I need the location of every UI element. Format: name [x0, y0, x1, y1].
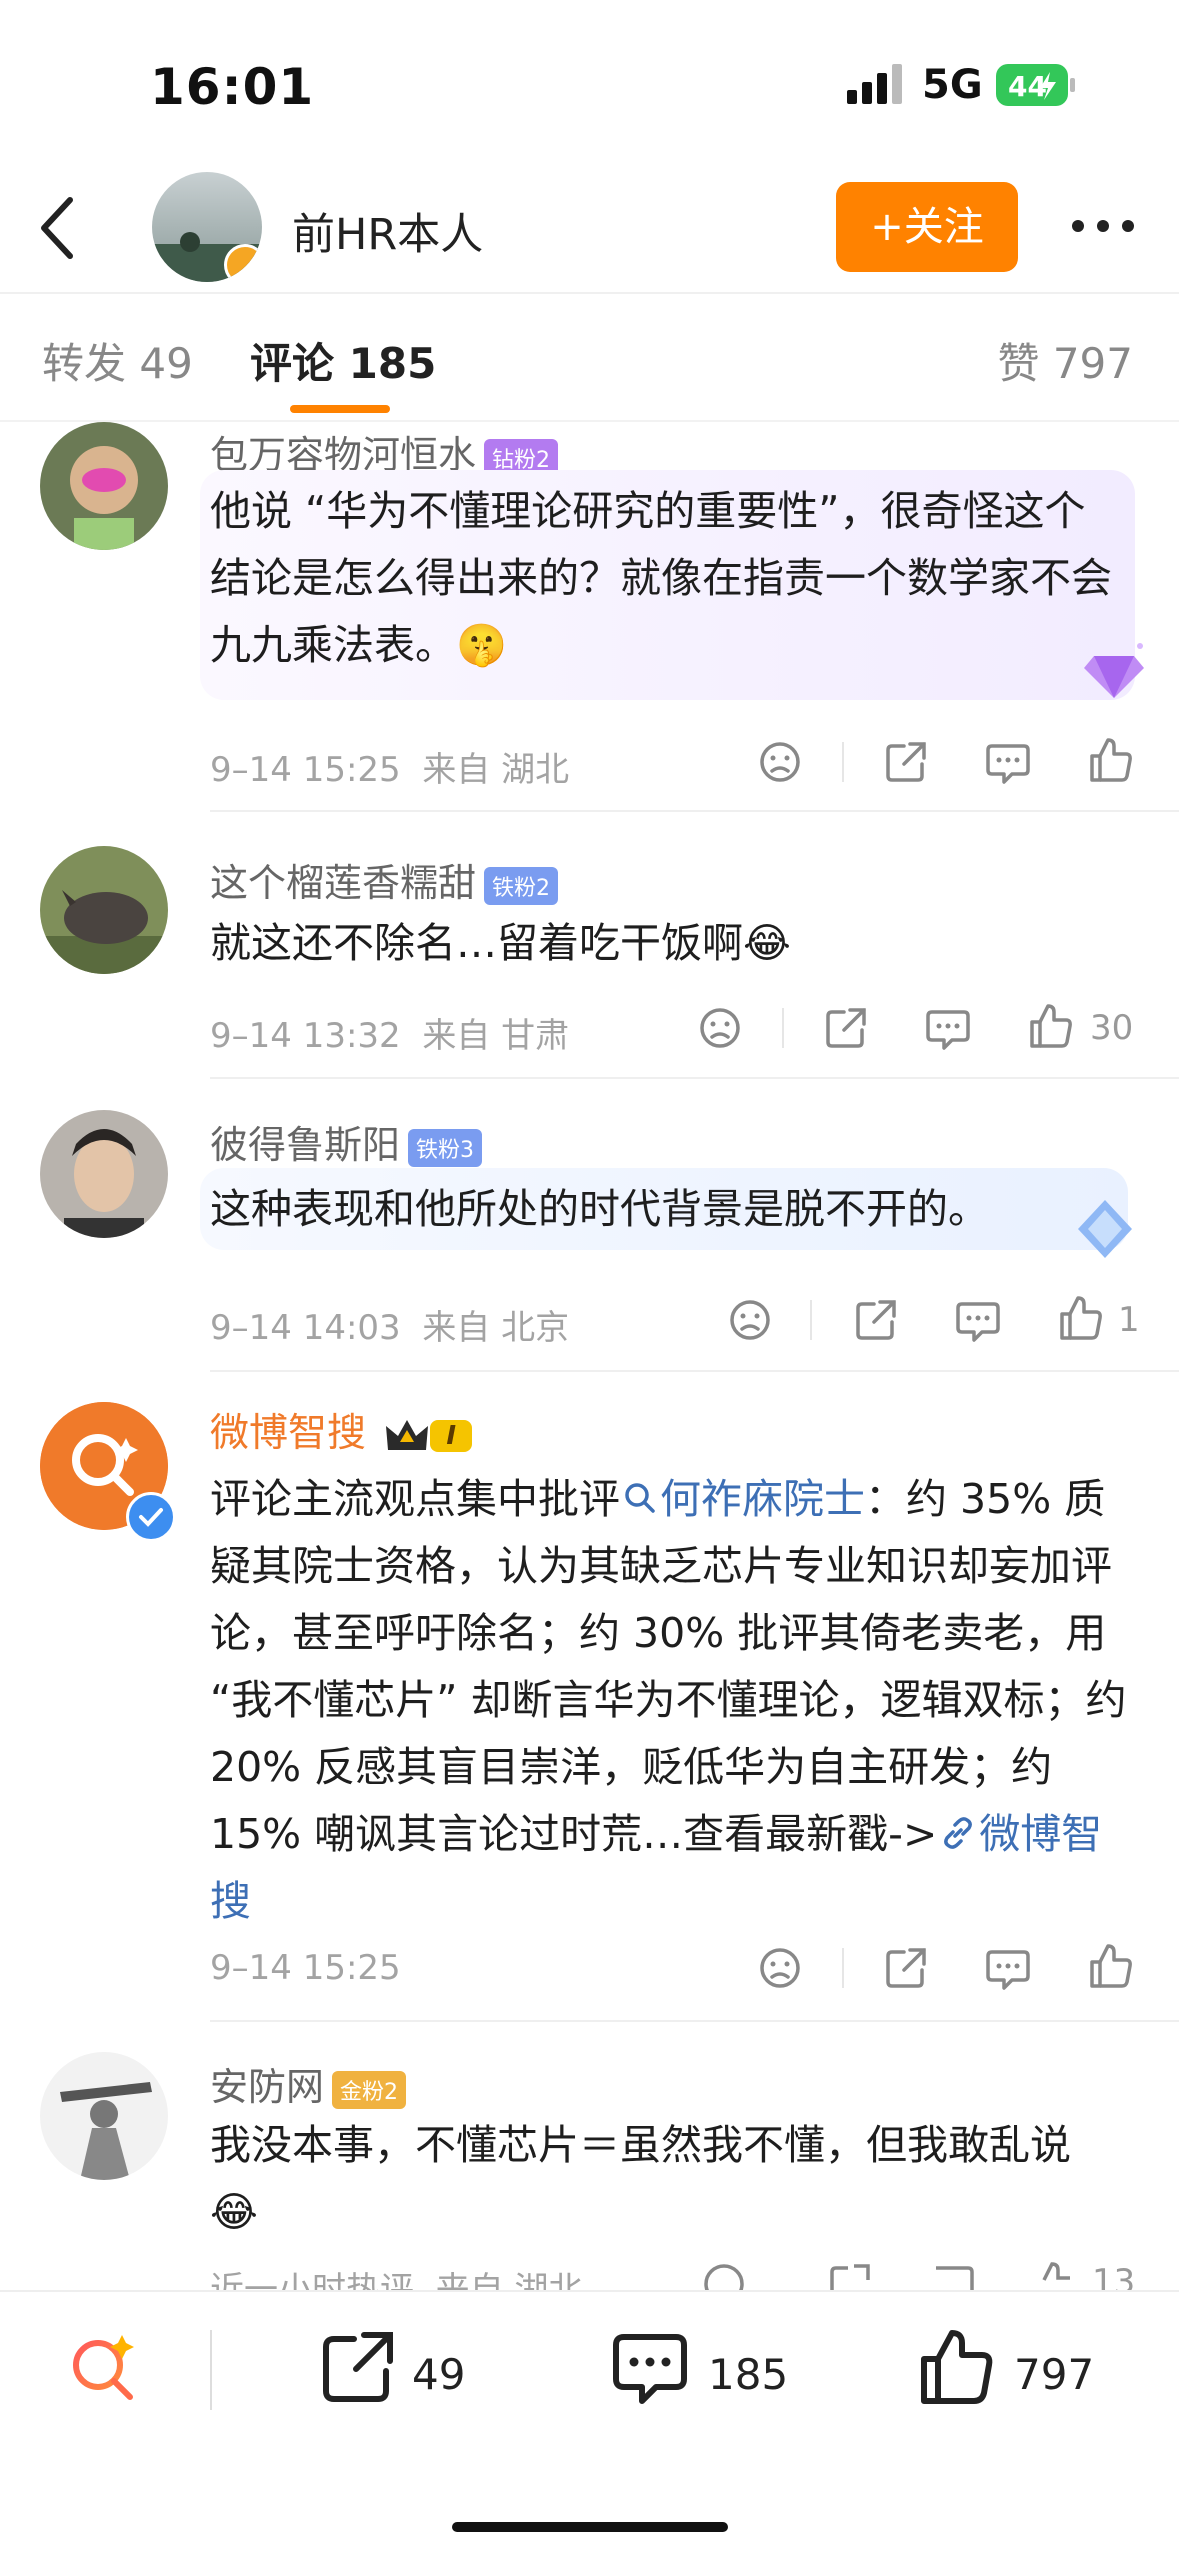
- like-icon[interactable]: [1086, 1942, 1134, 1990]
- comment-text: 我没本事，不懂芯片＝虽然我不懂，但我敢乱说😂: [210, 2121, 1071, 2236]
- comment-author[interactable]: 微博智搜 I: [210, 1402, 473, 1458]
- bottom-action-bar: [0, 2290, 1179, 2558]
- author-avatar[interactable]: [152, 172, 262, 282]
- fan-badge: 铁粉3: [408, 1128, 483, 1167]
- comment-location: 来自 湖北: [422, 750, 570, 790]
- avatar[interactable]: [40, 846, 168, 974]
- like-icon[interactable]: [1026, 1002, 1074, 1050]
- avatar[interactable]: [40, 422, 168, 550]
- comment-author-name[interactable]: 微博智搜: [210, 1411, 366, 1456]
- dislike-icon[interactable]: [726, 1296, 774, 1344]
- like-count: 30: [1090, 1008, 1134, 1048]
- divider: [0, 420, 1179, 422]
- comment-author-name[interactable]: 安防网: [210, 2065, 324, 2109]
- repost-count[interactable]: 49: [412, 2350, 465, 2399]
- dislike-icon[interactable]: [756, 738, 804, 786]
- dislike-icon[interactable]: [756, 1944, 804, 1992]
- comment-author-name[interactable]: 这个榴莲香糯甜: [210, 861, 476, 905]
- comment-icon[interactable]: [610, 2327, 690, 2407]
- back-button[interactable]: [30, 192, 90, 264]
- avatar[interactable]: [40, 1110, 168, 1238]
- battery-icon: 44: [996, 64, 1076, 106]
- network-type: 5G: [922, 62, 983, 108]
- avatar[interactable]: [40, 2052, 168, 2180]
- reply-icon[interactable]: [984, 738, 1032, 786]
- comment-meta: 9–14 13:32 来自 甘肃: [210, 1008, 569, 1057]
- status-time: 16:01: [150, 58, 315, 116]
- divider: [810, 1300, 812, 1340]
- comment-meta: 9–14 15:25 来自 湖北: [210, 742, 569, 791]
- divider: [210, 1370, 1179, 1372]
- follow-button[interactable]: +关注: [836, 182, 1018, 272]
- divider: [210, 2020, 1179, 2022]
- verified-badge-icon: [224, 244, 262, 282]
- comment-text: 评论主流观点集中批评 何祚庥院士：约 35% 质疑其院士资格，认为其缺乏芯片专业知…: [210, 1475, 1127, 1925]
- divider: [842, 1948, 844, 1988]
- tab-likes[interactable]: 赞 797: [997, 330, 1133, 391]
- search-icon: [624, 1481, 656, 1515]
- level-badge: I: [430, 1419, 473, 1452]
- like-icon[interactable]: [916, 2327, 996, 2407]
- laugh-emoji-icon: 😂: [210, 2188, 258, 2236]
- comment-author[interactable]: 这个榴莲香糯甜 铁粉2: [210, 852, 559, 907]
- reply-icon[interactable]: [954, 1296, 1002, 1344]
- author-name[interactable]: 前HR本人: [292, 200, 483, 262]
- laugh-cry-emoji-icon: 😂: [743, 919, 791, 967]
- repost-icon[interactable]: [318, 2327, 398, 2407]
- like-count-total[interactable]: 797: [1014, 2350, 1094, 2399]
- comment-meta: 9–14 15:25: [210, 1948, 401, 1988]
- more-options-icon[interactable]: [1068, 206, 1138, 246]
- fan-badge: 铁粉2: [484, 866, 559, 905]
- comment-author[interactable]: 彼得鲁斯阳 铁粉3: [210, 1114, 483, 1169]
- signal-icon: [847, 64, 903, 104]
- comment-time: 9–14 13:32: [210, 1016, 401, 1056]
- comment-text: 他说 “华为不懂理论研究的重要性”，很奇怪这个结论是怎么得出来的？就像在指责一个…: [210, 487, 1112, 669]
- divider: [782, 1008, 784, 1048]
- share-icon[interactable]: [882, 738, 930, 786]
- divider: [210, 1077, 1179, 1079]
- tab-repost[interactable]: 转发 49: [42, 330, 193, 391]
- comment-time: 9–14 15:25: [210, 750, 401, 790]
- comment-author[interactable]: 安防网 金粉2: [210, 2056, 407, 2111]
- divider: [0, 292, 1179, 294]
- comment-text: 这种表现和他所处的时代背景是脱不开的。: [210, 1185, 989, 1233]
- comment-author-name[interactable]: 彼得鲁斯阳: [210, 1123, 400, 1167]
- home-indicator: [452, 2522, 728, 2532]
- comment-time: 9–14 14:03: [210, 1308, 401, 1348]
- fan-badge: 金粉2: [332, 2070, 407, 2109]
- comment-text: 就这还不除名…留着吃干饭啊😂: [210, 919, 791, 967]
- like-count: 1: [1118, 1300, 1140, 1340]
- comment-time: 9–14 15:25: [210, 1948, 401, 1988]
- topic-link[interactable]: 何祚庥院士: [620, 1475, 865, 1523]
- divider: [842, 742, 844, 782]
- tab-active-indicator: [290, 405, 390, 413]
- dislike-icon[interactable]: [696, 1004, 744, 1052]
- tab-comments[interactable]: 评论 185: [250, 330, 436, 391]
- like-icon[interactable]: [1086, 736, 1134, 784]
- crown-icon: [384, 1416, 430, 1456]
- comment-count[interactable]: 185: [708, 2350, 788, 2399]
- comment-location: 来自 北京: [422, 1308, 570, 1348]
- comment-meta: 9–14 14:03 来自 北京: [210, 1300, 569, 1349]
- reply-icon[interactable]: [924, 1004, 972, 1052]
- divider: [210, 810, 1179, 812]
- share-icon[interactable]: [822, 1004, 870, 1052]
- comment-location: 来自 甘肃: [422, 1016, 570, 1056]
- like-icon[interactable]: [1056, 1294, 1104, 1342]
- divider: [210, 2330, 212, 2410]
- shush-emoji-icon: 🤫: [456, 621, 508, 669]
- share-icon[interactable]: [852, 1296, 900, 1344]
- reply-icon[interactable]: [984, 1944, 1032, 1992]
- share-icon[interactable]: [882, 1944, 930, 1992]
- ai-search-icon[interactable]: [64, 2327, 144, 2407]
- link-icon: [941, 1816, 975, 1850]
- verified-badge-icon: [126, 1492, 176, 1542]
